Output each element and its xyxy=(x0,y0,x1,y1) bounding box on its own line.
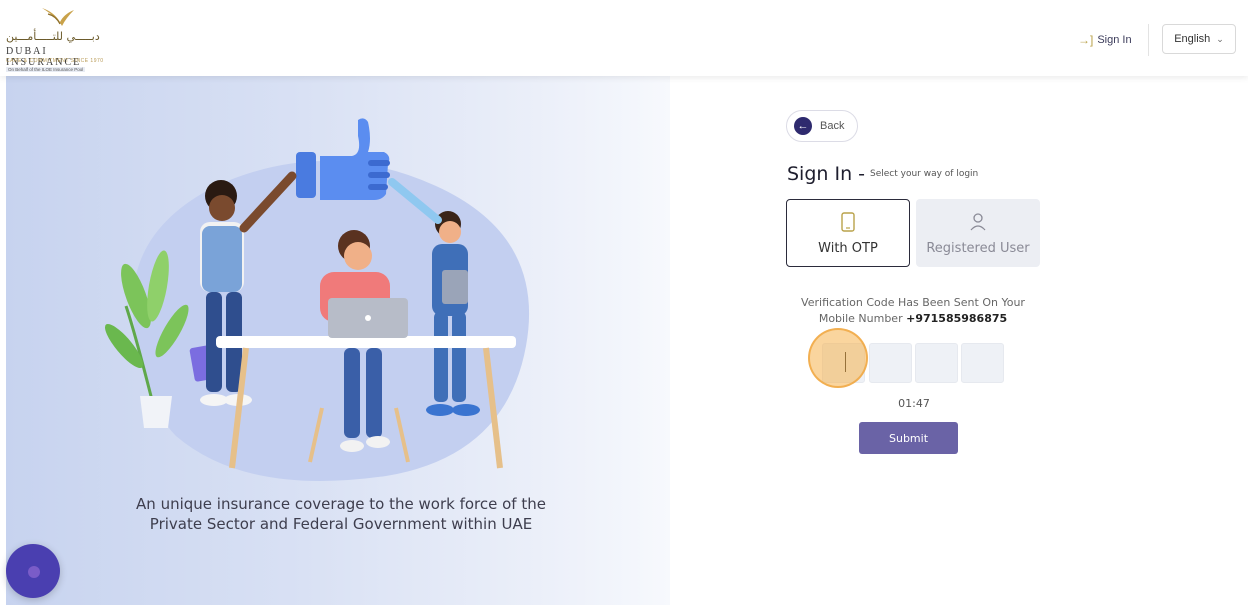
sign-in-subtitle: Select your way of login xyxy=(870,169,979,179)
otp-digit-3[interactable] xyxy=(915,343,958,383)
chat-widget-button[interactable] xyxy=(6,544,60,598)
mobile-phone-icon xyxy=(841,211,855,233)
chat-icon xyxy=(28,566,40,578)
verification-phone-number: +971585986875 xyxy=(906,312,1008,325)
user-icon xyxy=(970,211,986,233)
verification-message: Verification Code Has Been Sent On Your … xyxy=(786,295,1040,327)
submit-button[interactable]: Submit xyxy=(859,422,958,454)
header-divider xyxy=(1148,24,1149,56)
otp-digit-4[interactable] xyxy=(961,343,1004,383)
text-cursor xyxy=(845,352,846,372)
logo-name-text: DUBAI INSURANCE xyxy=(6,46,82,68)
hero-panel: An unique insurance coverage to the work… xyxy=(6,76,670,605)
dubai-insurance-logo[interactable]: دبـــــي للتـــــأمـــين DUBAI INSURANCE… xyxy=(4,4,126,74)
back-button-label: Back xyxy=(820,120,845,132)
otp-digit-2[interactable] xyxy=(869,343,912,383)
otp-digit-1[interactable] xyxy=(822,343,865,383)
language-select[interactable]: English ⌄ xyxy=(1162,24,1236,54)
falcon-logo-icon xyxy=(42,8,74,26)
logo-arabic-text: دبـــــي للتـــــأمـــين xyxy=(6,30,100,43)
header-sign-in-link[interactable]: →] Sign In xyxy=(1078,30,1132,50)
header-sign-in-label: Sign In xyxy=(1097,34,1132,46)
login-option-otp-label: With OTP xyxy=(818,240,878,256)
chevron-down-icon: ⌄ xyxy=(1216,33,1224,44)
otp-countdown-timer: 01:47 xyxy=(898,397,930,410)
hero-tagline: An unique insurance coverage to the work… xyxy=(136,495,546,533)
back-button[interactable]: ← Back xyxy=(786,110,858,142)
sign-in-title: Sign In - xyxy=(787,163,866,185)
logo-tagline-text: CARE & COMMITMENT SINCE 1970 xyxy=(6,58,104,64)
arrow-left-icon: ← xyxy=(794,117,812,135)
language-select-value: English xyxy=(1174,33,1211,45)
login-option-otp[interactable]: With OTP xyxy=(786,199,910,267)
top-header: دبـــــي للتـــــأمـــين DUBAI INSURANCE… xyxy=(0,0,1248,76)
sign-in-arrow-icon: →] xyxy=(1078,33,1094,47)
login-option-registered-user[interactable]: Registered User xyxy=(916,199,1040,267)
logo-behalf-text: On Behalf of the ILOE Insurance Pool xyxy=(6,67,86,72)
team-thumbs-up-illustration xyxy=(104,118,530,481)
login-option-registered-label: Registered User xyxy=(926,240,1030,256)
